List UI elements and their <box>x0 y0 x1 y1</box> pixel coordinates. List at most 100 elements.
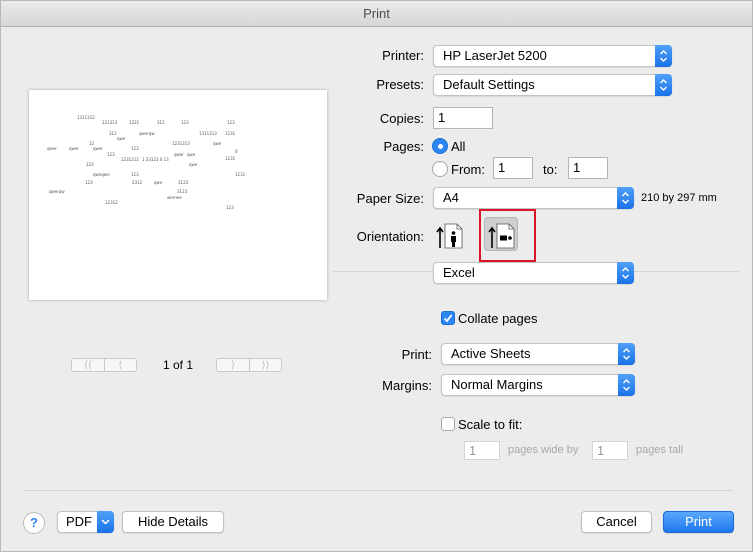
preview-text: 123 <box>131 146 139 151</box>
updown-chevron-icon <box>655 45 672 67</box>
pages-from-label: From: <box>451 162 485 177</box>
presets-value: Default Settings <box>443 77 535 92</box>
chevron-left-icon: ⟨ <box>118 359 123 371</box>
margins-value: Normal Margins <box>451 377 543 392</box>
preview-text: 1221 <box>129 120 140 125</box>
last-page-button[interactable]: ⟩⟩ <box>249 359 281 371</box>
preview-text: 3123 <box>178 180 189 185</box>
pages-wide-field[interactable]: 1 <box>464 441 500 460</box>
updown-chevron-icon <box>617 187 634 209</box>
preview-text: qwe <box>189 162 198 167</box>
preview-text: 123 <box>86 162 94 167</box>
pages-from-radio[interactable] <box>432 161 448 177</box>
printer-popup[interactable]: HP LaserJet 5200 <box>433 45 672 67</box>
preview-text: qwerqw <box>139 131 155 136</box>
preview-text: qwe <box>117 136 126 141</box>
pages-from-field[interactable]: 1 <box>493 157 533 179</box>
portrait-orientation-icon <box>436 223 463 249</box>
double-chevron-left-icon: ⟨⟨ <box>84 359 92 371</box>
preview-text: qwe <box>213 141 222 146</box>
footer-divider <box>23 490 733 491</box>
hide-details-button[interactable]: Hide Details <box>122 511 224 533</box>
paper-size-value: A4 <box>443 190 459 205</box>
presets-popup[interactable]: Default Settings <box>433 74 672 96</box>
page-indicator: 1 of 1 <box>162 358 194 372</box>
print-preview: 1311312 121313 1221 312 123 123 312 qwer… <box>29 90 327 300</box>
updown-chevron-icon <box>655 74 672 96</box>
preview-text: qweqwe <box>93 172 110 177</box>
next-page-button[interactable]: ⟩ <box>217 359 249 371</box>
cancel-button[interactable]: Cancel <box>581 511 652 533</box>
print-dialog: Print 1311312 121313 1221 312 123 123 31… <box>0 0 753 552</box>
portrait-orientation-button[interactable] <box>433 218 467 252</box>
margins-popup[interactable]: Normal Margins <box>441 374 635 396</box>
preview-text: werrwe <box>167 195 182 200</box>
preview-text: 1231 <box>235 172 246 177</box>
preview-text: qwer <box>93 146 103 151</box>
preview-text: 312 <box>157 120 165 125</box>
preview-text: qwe <box>154 180 163 185</box>
preview-text: 2312 <box>132 180 143 185</box>
pages-all-label: All <box>451 139 466 154</box>
copies-field[interactable]: 1 <box>433 107 493 129</box>
scale-to-fit-label: Scale to fit: <box>458 417 523 432</box>
previous-page-button[interactable]: ⟨ <box>104 359 136 371</box>
paper-size-popup[interactable]: A4 <box>433 187 634 209</box>
scale-to-fit-checkbox[interactable] <box>441 417 455 431</box>
preview-text: 0 <box>235 149 238 154</box>
preview-text: qwer <box>174 152 184 157</box>
printer-label: Printer: <box>382 48 424 63</box>
preview-text: 123 <box>181 120 189 125</box>
pages-all-radio[interactable] <box>432 138 448 154</box>
pdf-menu-button[interactable]: PDF <box>57 511 114 533</box>
preview-text: 1311313 <box>199 131 217 136</box>
preview-text: qwe <box>187 152 196 157</box>
collate-checkbox[interactable] <box>441 311 455 325</box>
preview-text: 312 <box>109 131 117 136</box>
pages-wide-label: pages wide by <box>508 444 579 456</box>
window-title: Print <box>1 1 752 27</box>
print-what-value: Active Sheets <box>451 346 531 361</box>
preview-text: 1311312 <box>77 115 95 120</box>
margins-label: Margins: <box>382 378 432 393</box>
presets-label: Presets: <box>376 77 424 92</box>
orientation-label: Orientation: <box>356 229 424 244</box>
preview-text: 3123 <box>177 189 188 194</box>
preview-text: qwer <box>47 146 57 151</box>
print-what-popup[interactable]: Active Sheets <box>441 343 635 365</box>
print-what-label: Print: <box>401 347 432 362</box>
updown-chevron-icon <box>617 262 634 284</box>
copies-label: Copies: <box>379 111 424 126</box>
chevron-right-icon: ⟩ <box>231 359 235 371</box>
orientation-highlight <box>479 209 536 262</box>
preview-text: 12312 <box>105 200 118 205</box>
collate-label: Collate pages <box>458 311 538 326</box>
paper-dimensions: 210 by 297 mm <box>641 192 717 204</box>
updown-chevron-icon <box>618 374 635 396</box>
preview-text: 1 23123 0 13 <box>142 157 169 162</box>
help-button[interactable]: ? <box>23 512 45 534</box>
print-button[interactable]: Print <box>663 511 734 533</box>
preview-text: 1231 <box>225 156 236 161</box>
pages-tall-field[interactable]: 1 <box>592 441 628 460</box>
preview-nav-back-group: ⟨⟨ ⟨ <box>71 358 137 372</box>
pdf-label: PDF <box>66 514 92 529</box>
preview-text: 121313 <box>102 120 118 125</box>
preview-text: 1231313 <box>172 141 190 146</box>
section-popup[interactable]: Excel <box>433 262 634 284</box>
help-icon: ? <box>30 515 38 530</box>
preview-text: 123 <box>107 152 115 157</box>
updown-chevron-icon <box>618 343 635 365</box>
chevron-down-icon <box>97 511 114 533</box>
preview-text: 1231312 <box>121 157 139 162</box>
pages-to-field[interactable]: 1 <box>568 157 608 179</box>
first-page-button[interactable]: ⟨⟨ <box>72 359 104 371</box>
double-chevron-right-icon: ⟩⟩ <box>261 359 270 371</box>
preview-text: 123 <box>227 120 235 125</box>
printer-value: HP LaserJet 5200 <box>443 48 547 63</box>
preview-text: 123 <box>85 180 93 185</box>
preview-text: 123 <box>131 172 139 177</box>
pages-tall-label: pages tall <box>636 444 684 456</box>
pages-to-label: to: <box>543 162 558 177</box>
preview-text: qwer <box>69 146 79 151</box>
